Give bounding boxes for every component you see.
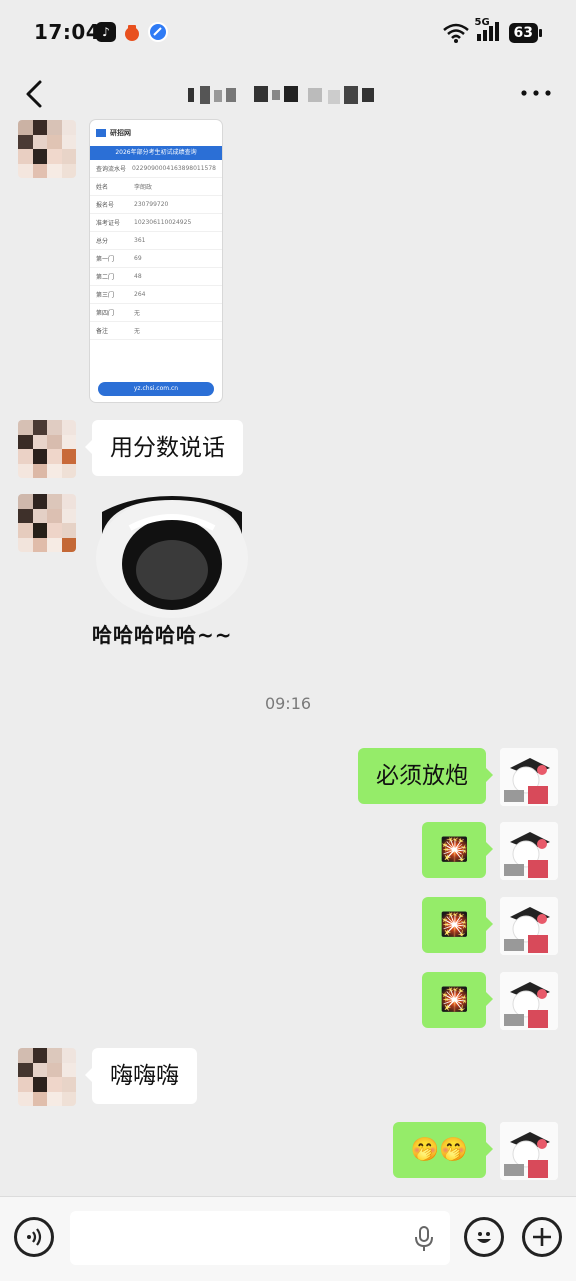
- my-avatar[interactable]: [500, 897, 558, 955]
- message-timestamp: 09:16: [264, 694, 312, 713]
- table-row: 备注无: [90, 322, 222, 340]
- cellular-icon: 5G: [475, 17, 501, 45]
- sticker-caption: 哈哈哈哈哈~~: [92, 623, 233, 647]
- screenshot-url-bar: yz.chsi.com.cn: [98, 382, 214, 396]
- screenshot-logo-icon: [96, 129, 106, 137]
- message-bubble[interactable]: 用分数说话: [85, 420, 243, 476]
- table-row: 第三门 264: [90, 286, 222, 304]
- chat-title-blurred: [188, 86, 374, 104]
- table-row: 总分 361: [90, 232, 222, 250]
- firework-emoji: 🎇: [440, 987, 469, 1013]
- my-message-bubble[interactable]: 🎇: [422, 972, 493, 1028]
- my-avatar[interactable]: [500, 822, 558, 880]
- laughing-face-icon: [96, 496, 248, 618]
- sticker-image[interactable]: 哈哈哈哈哈~~: [92, 494, 252, 650]
- battery-level: 63: [508, 23, 538, 43]
- voice-wave-icon: [27, 1228, 42, 1246]
- microphone-icon[interactable]: [414, 1225, 434, 1253]
- chat-input-bar: [0, 1196, 576, 1281]
- my-avatar[interactable]: [500, 1122, 558, 1180]
- my-message-bubble[interactable]: 🎇: [422, 897, 493, 953]
- screenshot-score-table: 查询流水号 0229090004163898011578 姓名 李朗政 报名号 230…: [90, 160, 222, 340]
- more-actions-button[interactable]: [522, 1217, 562, 1257]
- back-icon[interactable]: [18, 76, 54, 112]
- more-options-icon[interactable]: [518, 78, 554, 108]
- voice-mode-button[interactable]: [14, 1217, 54, 1257]
- screenshot-site-header: 研招网: [90, 120, 222, 146]
- my-avatar[interactable]: [500, 972, 558, 1030]
- shared-screenshot-image[interactable]: 研招网 2026年部分考生初试成绩查询 查询流水号 022909000416389…: [90, 120, 222, 402]
- system-indicators: 5G 63: [442, 17, 542, 45]
- table-row: 姓名 李朗政: [90, 178, 222, 196]
- table-row: 报名号 230799720: [90, 196, 222, 214]
- wifi-icon: [442, 23, 469, 43]
- screenshot-banner: 2026年部分考生初试成绩查询: [90, 146, 222, 160]
- app-notification-icon: [122, 22, 142, 42]
- chat-header: [0, 64, 576, 124]
- smiley-icon: [477, 1232, 491, 1243]
- my-message-bubble[interactable]: 🎇: [422, 822, 493, 878]
- contact-avatar[interactable]: [18, 1048, 76, 1106]
- emoji-button[interactable]: [464, 1217, 504, 1257]
- battery-icon: 63: [508, 23, 542, 43]
- table-row: 第一门 69: [90, 250, 222, 268]
- firework-emoji: 🎇: [440, 912, 469, 938]
- browser-notification-icon: [148, 22, 168, 42]
- table-row: 第四门无: [90, 304, 222, 322]
- contact-avatar[interactable]: [18, 494, 76, 552]
- message-input[interactable]: [70, 1211, 450, 1265]
- my-avatar[interactable]: [500, 748, 558, 806]
- message-bubble[interactable]: 嗨嗨嗨: [85, 1048, 197, 1104]
- status-bar: 17:04 ♪ 5G 63: [0, 0, 576, 64]
- network-type: 5G: [474, 17, 490, 28]
- contact-avatar[interactable]: [18, 420, 76, 478]
- status-time: 17:04: [34, 20, 101, 44]
- notification-icons: ♪: [96, 22, 168, 42]
- tiktok-icon: ♪: [96, 22, 116, 42]
- my-message-bubble[interactable]: 🤭🤭: [392, 1122, 494, 1178]
- screenshot-site-name: 研招网: [110, 129, 131, 137]
- table-row: 准考证号 102306110024925: [90, 214, 222, 232]
- table-row: 查询流水号 0229090004163898011578: [90, 160, 222, 178]
- hand-over-mouth-emoji: 🤭🤭: [410, 1137, 468, 1163]
- my-message-bubble[interactable]: 必须放炮: [358, 748, 493, 804]
- table-row: 第二门 48: [90, 268, 222, 286]
- plus-icon: [533, 1228, 551, 1246]
- firework-emoji: 🎇: [440, 837, 469, 863]
- contact-avatar[interactable]: [18, 120, 76, 178]
